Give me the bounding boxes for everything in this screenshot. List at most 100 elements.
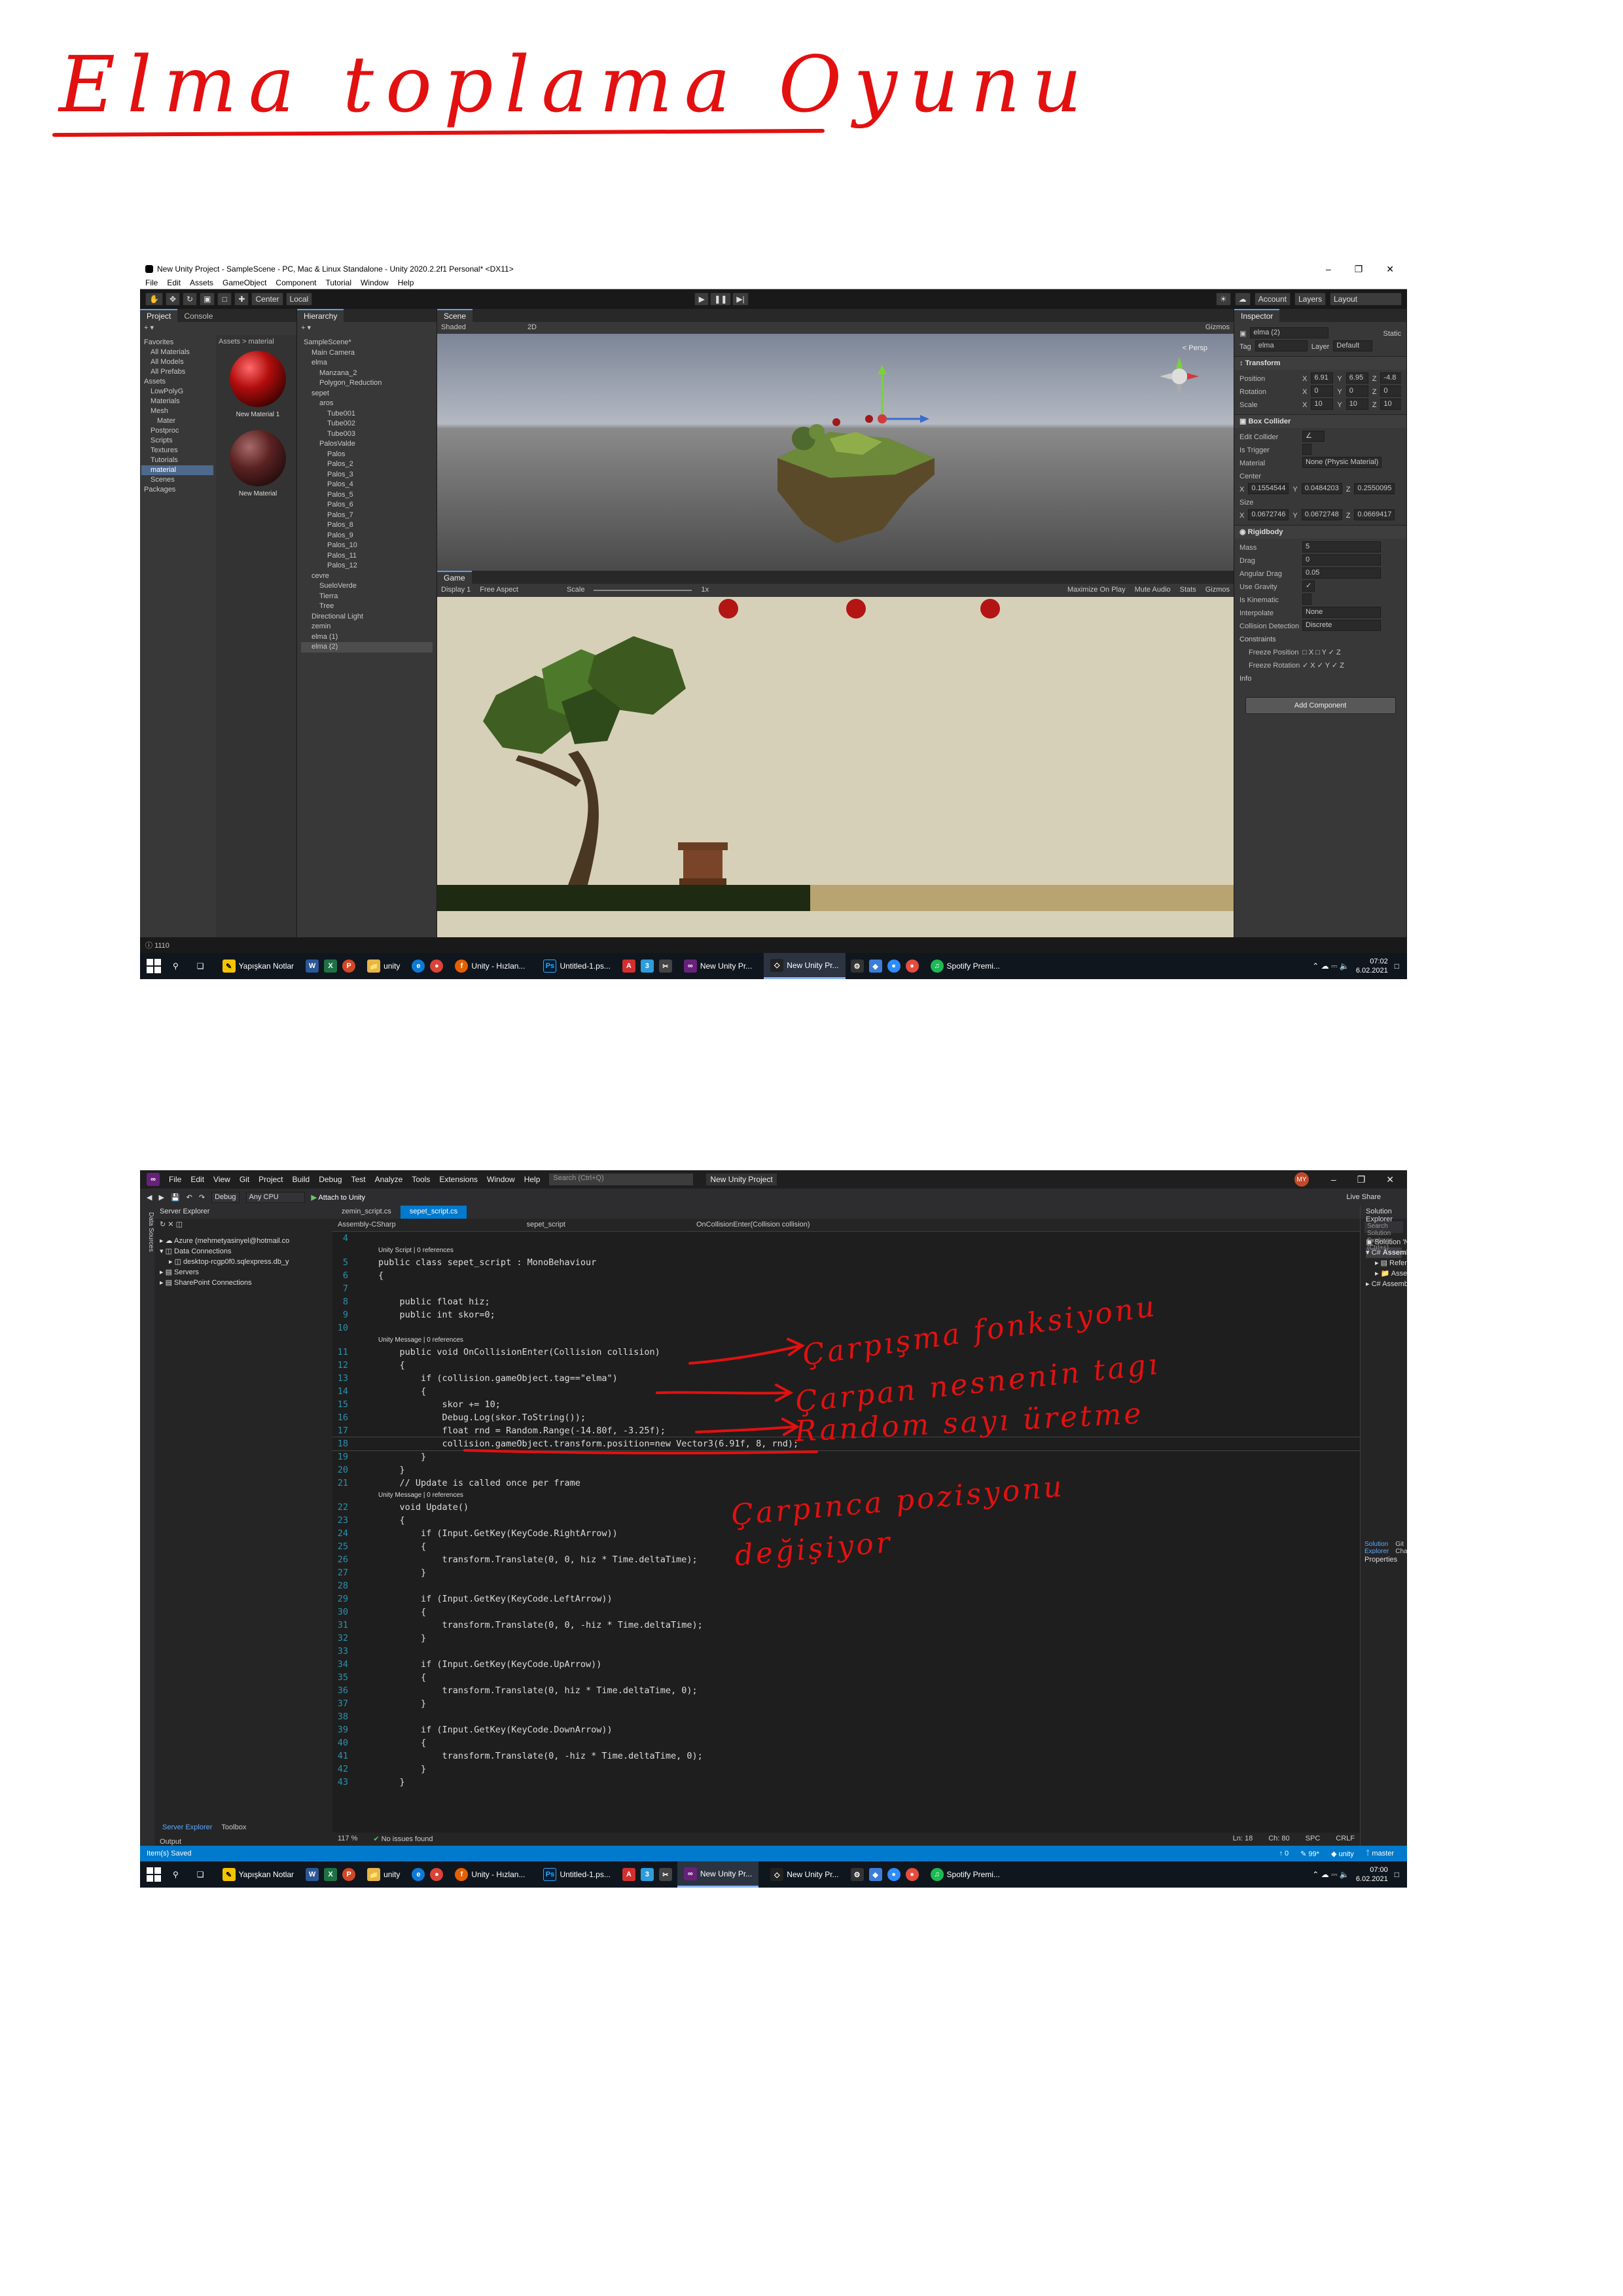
- project-tree-item[interactable]: All Models: [141, 357, 213, 367]
- tree-item-data-connections[interactable]: ▾ ◫ Data Connections: [160, 1246, 327, 1257]
- close-icon[interactable]: ✕: [1386, 264, 1394, 275]
- taskbar-app-visual-studio[interactable]: ∞ New Unity Pr...: [677, 953, 758, 979]
- taskbar-app-sticky-notes[interactable]: ✎ Yapışkan Notlar: [216, 1861, 301, 1888]
- collision-detection-dropdown[interactable]: Discrete: [1302, 620, 1381, 631]
- save-icon[interactable]: 💾: [171, 1193, 180, 1202]
- tree-item-assembly-editor[interactable]: ▸ C# Assembly-CSharp-Editor: [1366, 1279, 1407, 1289]
- position-z-field[interactable]: -4.8: [1380, 372, 1401, 384]
- taskbar-app-unity-folder[interactable]: 📁 unity: [361, 953, 406, 979]
- project-tree-item[interactable]: LowPolyG: [141, 387, 213, 397]
- tree-item-solution[interactable]: ▣ Solution 'New Unity Project' (2 of 2 p…: [1366, 1237, 1407, 1247]
- minimize-icon[interactable]: –: [1326, 264, 1331, 275]
- project-tree-item[interactable]: All Prefabs: [141, 367, 213, 377]
- back-icon[interactable]: ◀: [147, 1193, 152, 1202]
- app-blue-icon[interactable]: ◆: [868, 1868, 882, 1881]
- project-tree-item[interactable]: Textures: [141, 446, 213, 456]
- hierarchy-item[interactable]: Palos: [301, 450, 433, 460]
- mass-field[interactable]: 5: [1302, 541, 1381, 552]
- hierarchy-item[interactable]: Palos_4: [301, 480, 433, 490]
- hierarchy-item[interactable]: Manzana_2: [301, 368, 433, 379]
- project-tree-item[interactable]: Tutorials: [141, 456, 213, 465]
- project-tree-item[interactable]: All Materials: [141, 348, 213, 357]
- excel-icon[interactable]: X: [324, 960, 338, 973]
- menu-item[interactable]: Test: [351, 1175, 366, 1184]
- hierarchy-item[interactable]: aros: [301, 399, 433, 409]
- hierarchy-item[interactable]: PalosValde: [301, 439, 433, 450]
- account-dropdown[interactable]: Account: [1254, 293, 1291, 306]
- project-tree-item[interactable]: Scripts: [141, 436, 213, 446]
- menu-item[interactable]: GameObject: [223, 278, 266, 287]
- app-3-icon[interactable]: 3: [640, 960, 654, 973]
- center-y-field[interactable]: 0.0484203: [1301, 483, 1342, 494]
- data-sources-tab[interactable]: Data Sources: [147, 1212, 154, 1252]
- object-name-field[interactable]: elma (2): [1250, 327, 1329, 338]
- hierarchy-item[interactable]: Directional Light: [301, 612, 433, 622]
- taskbar-app-sticky-notes[interactable]: ✎ Yapışkan Notlar: [216, 953, 301, 979]
- tab-toolbox[interactable]: Toolbox: [221, 1823, 246, 1835]
- static-toggle[interactable]: Static: [1383, 327, 1401, 340]
- scale-slider[interactable]: [594, 590, 692, 591]
- hierarchy-item[interactable]: Tierra: [301, 592, 433, 602]
- repo-name[interactable]: ◆ unity: [1331, 1850, 1354, 1858]
- hand-tool-icon[interactable]: ✋: [145, 293, 163, 306]
- cloud-icon[interactable]: ☁: [1234, 293, 1251, 306]
- position-x-field[interactable]: 6.91: [1311, 372, 1334, 384]
- chrome-icon[interactable]: ●: [430, 1868, 444, 1881]
- class-dropdown[interactable]: sepet_script: [527, 1221, 565, 1229]
- stats-toggle[interactable]: Stats: [1180, 586, 1196, 595]
- avatar[interactable]: MY: [1294, 1172, 1309, 1187]
- hierarchy-item[interactable]: Palos_8: [301, 520, 433, 531]
- tree-item-references[interactable]: ▸ ▤ References: [1366, 1258, 1407, 1268]
- menu-item[interactable]: Extensions: [439, 1175, 478, 1184]
- platform-dropdown[interactable]: Any CPU: [245, 1191, 305, 1203]
- solution-search-input[interactable]: Search Solution Explorer (Ctrl+ş): [1364, 1221, 1403, 1251]
- taskbar-app-firefox[interactable]: f Unity - Hızlan...: [448, 1861, 531, 1888]
- hierarchy-item[interactable]: Polygon_Reduction: [301, 378, 433, 389]
- branch-name[interactable]: ᛏ master: [1366, 1850, 1394, 1858]
- output-tab[interactable]: Output: [160, 1838, 181, 1846]
- scale-y-field[interactable]: 10: [1346, 399, 1368, 410]
- task-view-icon[interactable]: ❏: [190, 953, 211, 979]
- taskbar-app-firefox[interactable]: f Unity - Hızlan...: [448, 953, 531, 979]
- taskbar-app-visual-studio[interactable]: ∞ New Unity Pr...: [677, 1861, 759, 1888]
- size-z-field[interactable]: 0.0669417: [1354, 509, 1395, 520]
- excel-icon[interactable]: X: [324, 1868, 338, 1881]
- center-z-field[interactable]: 0.2550095: [1354, 483, 1395, 494]
- asset-material-1[interactable]: New Material 1: [225, 351, 291, 418]
- hierarchy-item[interactable]: Palos_6: [301, 500, 433, 511]
- taskbar-app-unity-editor[interactable]: ◇ New Unity Pr...: [764, 953, 846, 979]
- minimize-icon[interactable]: –: [1331, 1174, 1336, 1185]
- redo-icon[interactable]: ↷: [199, 1193, 205, 1202]
- notification-icon[interactable]: □: [1395, 961, 1399, 971]
- zoom-icon[interactable]: ●: [887, 1868, 901, 1881]
- tab-console[interactable]: Console: [177, 310, 219, 322]
- hierarchy-item[interactable]: Palos_3: [301, 470, 433, 480]
- powerpoint-icon[interactable]: P: [342, 1868, 356, 1881]
- menu-item[interactable]: File: [145, 278, 158, 287]
- project-tree-item[interactable]: Mater: [141, 416, 213, 426]
- layout-dropdown[interactable]: Layout: [1330, 293, 1402, 306]
- project-tree-item[interactable]: material: [141, 465, 213, 475]
- scale-x-field[interactable]: 10: [1311, 399, 1334, 410]
- tab-sepet-script[interactable]: sepet_script.cs: [400, 1206, 467, 1219]
- mute-audio-toggle[interactable]: Mute Audio: [1135, 586, 1171, 595]
- aspect-dropdown[interactable]: Free Aspect: [480, 586, 518, 595]
- powerpoint-icon[interactable]: P: [342, 960, 356, 973]
- size-x-field[interactable]: 0.0672746: [1248, 509, 1289, 520]
- vs-search-input[interactable]: Search (Ctrl+Q): [549, 1174, 694, 1185]
- task-view-icon[interactable]: ❏: [190, 1861, 211, 1888]
- shading-dropdown[interactable]: Shaded: [441, 323, 466, 332]
- refresh-icon[interactable]: ↻: [160, 1221, 166, 1229]
- scene-gizmos-dropdown[interactable]: Gizmos: [1205, 323, 1230, 332]
- rotate-tool-icon[interactable]: ↻: [183, 293, 198, 306]
- windows-start-icon[interactable]: [147, 959, 161, 973]
- snipping-tool-icon[interactable]: ✂: [658, 960, 672, 973]
- search-icon[interactable]: ⚲: [166, 1861, 185, 1888]
- tree-item-db[interactable]: ▸ ◫ desktop-rcgp0f0.sqlexpress.db_y: [160, 1257, 327, 1267]
- tab-scene[interactable]: Scene: [437, 309, 473, 322]
- edge-icon[interactable]: e: [412, 960, 425, 973]
- asset-material-2[interactable]: New Material: [225, 430, 291, 497]
- transform-tool-icon[interactable]: ✚: [234, 293, 249, 306]
- menu-item[interactable]: Build: [293, 1175, 310, 1184]
- add-icon[interactable]: + ▾: [144, 324, 154, 332]
